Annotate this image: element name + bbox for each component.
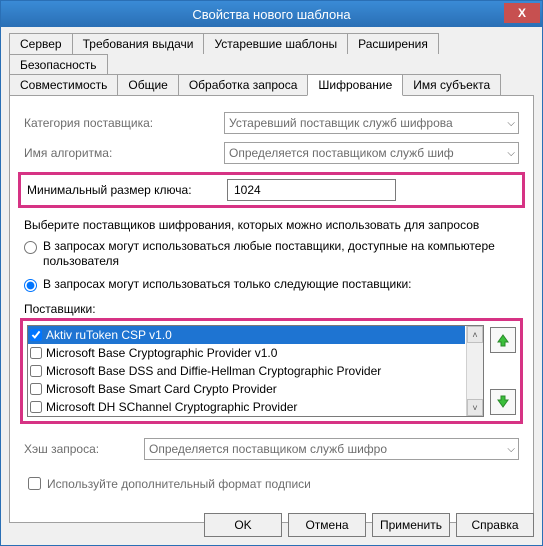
apply-button[interactable]: Применить [372,513,450,537]
list-item[interactable]: Microsoft DH SChannel Cryptographic Prov… [28,398,465,416]
tab-server[interactable]: Сервер [9,33,73,54]
tab-request-handling[interactable]: Обработка запроса [178,74,309,96]
algorithm-label: Имя алгоритма: [24,146,224,160]
titlebar: Свойства нового шаблона X [1,1,542,27]
ok-button[interactable]: OK [204,513,282,537]
chevron-down-icon: ⌵ [507,148,515,159]
providers-label: Поставщики: [24,302,519,316]
alt-signature-checkbox[interactable] [28,477,41,490]
list-item[interactable]: Microsoft Base DSS and Diffie-Hellman Cr… [28,362,465,380]
list-item[interactable]: Aktiv ruToken CSP v1.0 [28,326,465,344]
tab-security[interactable]: Безопасность [9,54,108,75]
close-button[interactable]: X [504,3,540,23]
provider-checkbox[interactable] [30,383,42,395]
arrow-down-icon [496,395,510,409]
close-icon: X [518,6,526,20]
scrollbar[interactable]: ˄ ˅ [466,326,483,416]
hash-label: Хэш запроса: [24,442,144,456]
tab-row-upper: Сервер Требования выдачи Устаревшие шабл… [9,33,534,75]
algorithm-combo[interactable]: Определяется поставщиком служб шиф ⌵ [224,142,519,164]
chevron-down-icon: ⌵ [507,444,515,455]
window-title: Свойства нового шаблона [192,7,350,22]
provider-category-combo[interactable]: Устаревший поставщик служб шифрова ⌵ [224,112,519,134]
min-key-input[interactable] [227,179,396,201]
cryptography-panel: Категория поставщика: Устаревший поставщ… [9,95,534,523]
providers-highlight: Aktiv ruToken CSP v1.0 Microsoft Base Cr… [20,318,523,424]
alt-signature-label: Используйте дополнительный формат подпис… [47,477,311,491]
help-button[interactable]: Справка [456,513,534,537]
move-up-button[interactable] [490,327,516,353]
scroll-down-icon[interactable]: ˅ [467,399,483,416]
chevron-down-icon: ⌵ [507,118,515,129]
min-key-highlight: Минимальный размер ключа: [18,172,525,208]
move-down-button[interactable] [490,389,516,415]
providers-listbox[interactable]: Aktiv ruToken CSP v1.0 Microsoft Base Cr… [27,325,484,417]
list-item[interactable]: Microsoft Base Smart Card Crypto Provide… [28,380,465,398]
radio-only-label: В запросах могут использоваться только с… [43,277,519,292]
dialog-body: Сервер Требования выдачи Устаревшие шабл… [1,27,542,545]
list-item[interactable]: Microsoft Base Cryptographic Provider v1… [28,344,465,362]
button-bar: OK Отмена Применить Справка [204,513,534,537]
provider-checkbox[interactable] [30,401,42,413]
arrow-up-icon [496,333,510,347]
provider-category-label: Категория поставщика: [24,116,224,130]
provider-checkbox[interactable] [30,365,42,377]
radio-selected-providers[interactable] [24,279,37,292]
provider-checkbox[interactable] [30,329,42,341]
tab-subject-name[interactable]: Имя субъекта [402,74,501,96]
cancel-button[interactable]: Отмена [288,513,366,537]
hash-combo[interactable]: Определяется поставщиком служб шифро ⌵ [144,438,519,460]
radio-any-provider[interactable] [24,241,37,254]
tab-general[interactable]: Общие [117,74,178,96]
tab-superseded[interactable]: Устаревшие шаблоны [203,33,348,54]
choose-providers-text: Выберите поставщиков шифрования, которых… [24,218,519,233]
tab-row-lower: Совместимость Общие Обработка запроса Ши… [9,74,534,96]
scroll-up-icon[interactable]: ˄ [467,326,483,343]
tab-extensions[interactable]: Расширения [347,33,439,54]
min-key-label: Минимальный размер ключа: [27,183,227,197]
radio-any-label: В запросах могут использоваться любые по… [43,239,519,269]
provider-checkbox[interactable] [30,347,42,359]
properties-dialog: Свойства нового шаблона X Сервер Требова… [0,0,543,546]
tab-compatibility[interactable]: Совместимость [9,74,118,96]
tab-cryptography[interactable]: Шифрование [307,74,403,96]
tab-issuance[interactable]: Требования выдачи [72,33,205,54]
